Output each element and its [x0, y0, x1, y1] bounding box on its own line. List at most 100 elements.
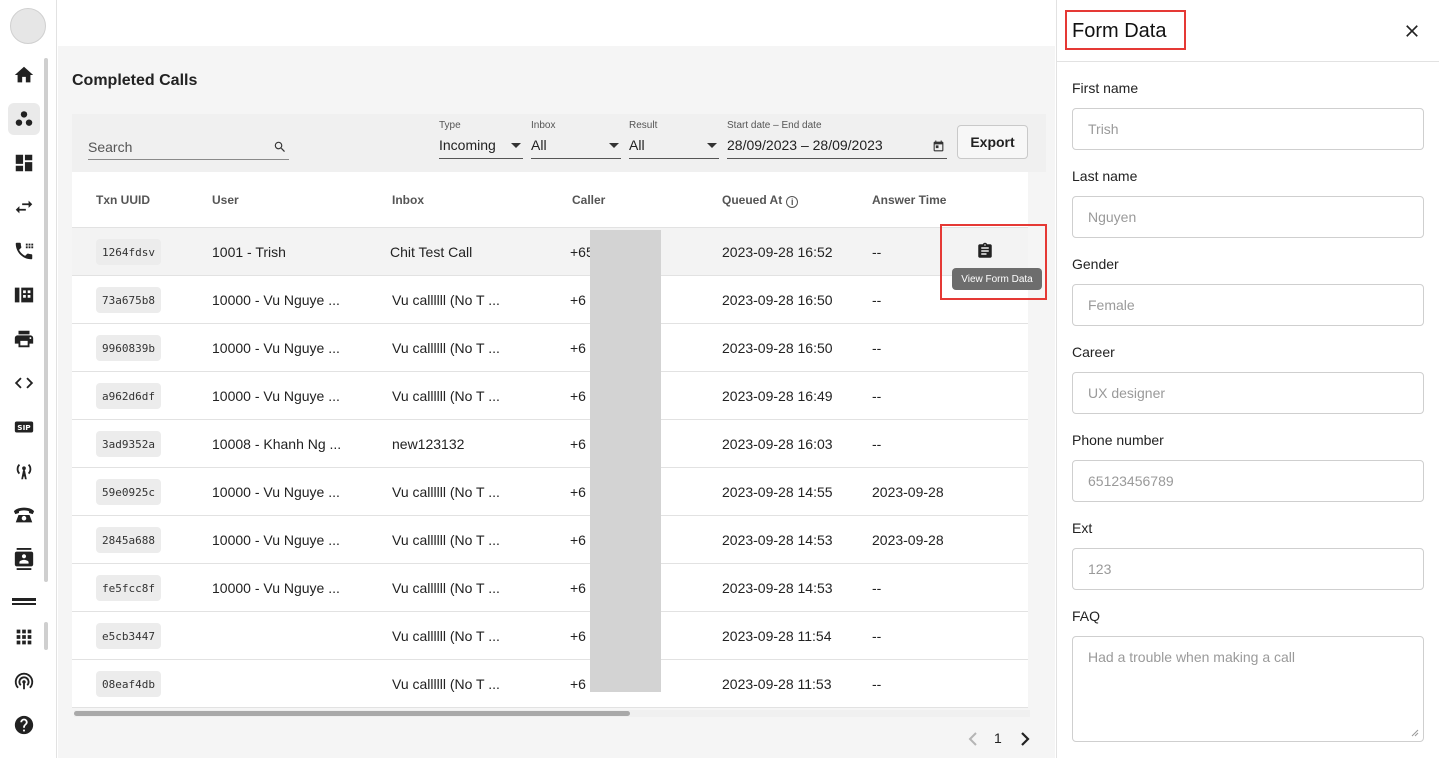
filter-toolbar: Search Type Incoming Inbox All Result Al…: [72, 114, 1046, 172]
table-row[interactable]: fe5fcc8f 10000 - Vu Nguye ... Vu callllll …: [72, 564, 1028, 612]
close-icon[interactable]: [1402, 21, 1422, 41]
transfer-icon[interactable]: [8, 191, 40, 223]
help-icon[interactable]: [8, 709, 40, 741]
home-icon[interactable]: [8, 59, 40, 91]
sip-icon[interactable]: SIP: [8, 411, 40, 443]
cell-user: 10008 - Khanh Ng ...: [212, 436, 342, 452]
highlight-box: [940, 224, 1047, 300]
txn-uuid-chip: fe5fcc8f: [96, 575, 161, 601]
column-header-user: User: [212, 193, 239, 207]
column-header-caller: Caller: [572, 193, 606, 207]
cell-inbox: Vu callllll (No T ...: [392, 484, 500, 500]
calendar-icon[interactable]: [932, 140, 945, 153]
form-field-input[interactable]: Trish: [1072, 108, 1424, 150]
field-label: FAQ: [1072, 608, 1101, 624]
form-field-input[interactable]: Female: [1072, 284, 1424, 326]
nav-scrollbar[interactable]: [44, 622, 48, 650]
switchboard-icon[interactable]: [8, 279, 40, 311]
search-icon[interactable]: [273, 140, 287, 154]
cell-user: 10000 - Vu Nguye ...: [212, 580, 340, 596]
nav-scrollbar[interactable]: [44, 58, 48, 582]
search-placeholder: Search: [88, 139, 133, 155]
antenna-icon[interactable]: [8, 455, 40, 487]
result-filter[interactable]: Result All: [629, 120, 719, 159]
table-row[interactable]: 9960839b 10000 - Vu Nguye ... Vu callllll …: [72, 324, 1028, 372]
table-row[interactable]: 59e0925c 10000 - Vu Nguye ... Vu callllll …: [72, 468, 1028, 516]
table-row[interactable]: 08eaf4db Vu callllll (No T ... +6 2023-09-2…: [72, 660, 1028, 708]
inbox-filter-select[interactable]: All: [531, 135, 621, 159]
apps-grid-icon[interactable]: [8, 621, 40, 653]
faq-textarea[interactable]: Had a trouble when making a call: [1072, 636, 1424, 742]
search-input[interactable]: Search: [88, 136, 289, 160]
table-row[interactable]: 1264fdsv 1001 - Trish Chit Test Call +65 202…: [72, 228, 1028, 276]
result-filter-select[interactable]: All: [629, 135, 719, 159]
txn-uuid-chip: 2845a688: [96, 527, 161, 553]
cell-queued: 2023-09-28 16:50: [722, 292, 833, 308]
dashboard-icon[interactable]: [8, 147, 40, 179]
cell-user: 10000 - Vu Nguye ...: [212, 388, 340, 404]
avatar[interactable]: [10, 8, 46, 44]
cell-answer: --: [872, 676, 882, 692]
telephone-icon[interactable]: [8, 499, 40, 531]
info-icon[interactable]: i: [786, 196, 799, 208]
cell-inbox: Vu callllll (No T ...: [392, 292, 500, 308]
field-value: Had a trouble when making a call: [1088, 649, 1296, 665]
calls-table: Txn UUID User Inbox Caller Queued At i An…: [72, 172, 1028, 708]
cell-inbox: Vu callllll (No T ...: [392, 340, 500, 356]
printer-icon[interactable]: [8, 323, 40, 355]
type-filter-select[interactable]: Incoming: [439, 135, 523, 159]
chevron-right-icon[interactable]: [1020, 732, 1030, 746]
form-field-input[interactable]: 65123456789: [1072, 460, 1424, 502]
cell-inbox: Vu callllll (No T ...: [392, 580, 500, 596]
table-row[interactable]: 3ad9352a 10008 - Khanh Ng ... new123132 +6 2…: [72, 420, 1028, 468]
chevron-left-icon[interactable]: [968, 732, 978, 746]
field-value: 123: [1088, 561, 1112, 577]
type-filter-label: Type: [439, 120, 461, 131]
cell-caller: +6: [570, 580, 586, 596]
date-range-input[interactable]: 28/09/2023 – 28/09/2023: [727, 135, 947, 159]
highlight-box: [1065, 10, 1186, 50]
cell-answer: --: [872, 244, 882, 260]
code-icon[interactable]: [8, 367, 40, 399]
cell-user: 10000 - Vu Nguye ...: [212, 292, 340, 308]
cell-queued: 2023-09-28 14:53: [722, 532, 833, 548]
cell-queued: 2023-09-28 11:53: [722, 676, 832, 692]
contacts-icon[interactable]: [8, 103, 40, 135]
field-value: Nguyen: [1088, 209, 1137, 225]
cell-caller: +6: [570, 292, 586, 308]
table-row[interactable]: 2845a688 10000 - Vu Nguye ... Vu callllll …: [72, 516, 1028, 564]
svg-text:SIP: SIP: [17, 423, 31, 432]
form-field-input[interactable]: UX designer: [1072, 372, 1424, 414]
table-row[interactable]: e5cb3447 Vu callllll (No T ... +6 2023-09-2…: [72, 612, 1028, 660]
date-range-filter[interactable]: Start date – End date 28/09/2023 – 28/09…: [727, 120, 947, 159]
inbox-filter[interactable]: Inbox All: [531, 120, 621, 159]
form-field-input[interactable]: Nguyen: [1072, 196, 1424, 238]
inbox-filter-value: All: [531, 137, 547, 153]
cell-answer: --: [872, 292, 882, 308]
export-button[interactable]: Export: [957, 125, 1028, 159]
cell-queued: 2023-09-28 16:52: [722, 244, 833, 260]
cell-caller: +6: [570, 484, 586, 500]
field-value: Female: [1088, 297, 1135, 313]
left-nav-rail: SIP: [0, 0, 57, 758]
cell-queued: 2023-09-28 14:53: [722, 580, 833, 596]
nav-divider: [12, 598, 36, 601]
txn-uuid-chip: 08eaf4db: [96, 671, 161, 697]
type-filter[interactable]: Type Incoming: [439, 120, 523, 159]
cell-answer: --: [872, 580, 882, 596]
current-page[interactable]: 1: [994, 730, 1002, 746]
broadcast-icon[interactable]: [8, 665, 40, 697]
resize-grip-icon[interactable]: [1411, 729, 1419, 737]
table-row[interactable]: 73a675b8 10000 - Vu Nguye ... Vu callllll …: [72, 276, 1028, 324]
field-value: Trish: [1088, 121, 1119, 137]
horizontal-scrollbar[interactable]: [74, 711, 630, 716]
column-header-answer-time: Answer Time: [872, 193, 947, 207]
type-filter-value: Incoming: [439, 137, 496, 153]
call-log-icon[interactable]: [8, 235, 40, 267]
table-row[interactable]: a962d6df 10000 - Vu Nguye ... Vu callllll …: [72, 372, 1028, 420]
column-header-txn-uuid: Txn UUID: [96, 193, 150, 207]
cell-inbox: Vu callllll (No T ...: [392, 388, 500, 404]
contact-card-icon[interactable]: [8, 543, 40, 575]
main-content: Completed Calls Search Type Incoming Inb…: [58, 0, 1055, 758]
form-field-input[interactable]: 123: [1072, 548, 1424, 590]
